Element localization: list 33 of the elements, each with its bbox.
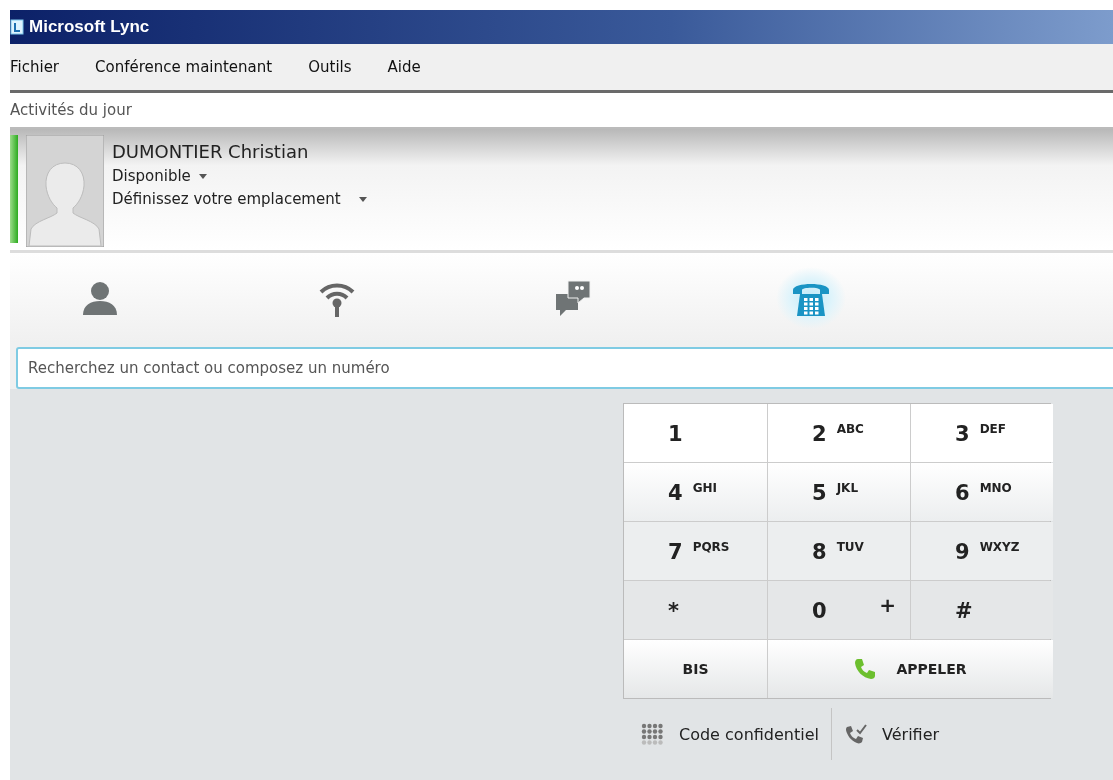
dial-key[interactable]: * bbox=[624, 581, 767, 639]
dial-key[interactable]: 1 bbox=[624, 404, 767, 462]
status-dropdown[interactable]: Disponible bbox=[112, 167, 367, 185]
dial-key[interactable]: 3 DEF bbox=[911, 404, 1053, 462]
app-icon bbox=[10, 19, 24, 35]
menu-item[interactable]: Aide bbox=[387, 58, 421, 76]
user-name: DUMONTIER Christian bbox=[112, 141, 310, 162]
dial-key[interactable]: 2 ABC bbox=[768, 404, 910, 462]
dial-key[interactable]: 0 + bbox=[768, 581, 910, 639]
activity-text[interactable]: Activités du jour bbox=[10, 101, 132, 119]
phone-check-icon bbox=[844, 723, 868, 745]
phone-icon bbox=[854, 658, 877, 680]
location-dropdown[interactable]: Définissez votre emplacement bbox=[112, 190, 367, 208]
caret-icon bbox=[358, 196, 367, 202]
dial-key[interactable]: 9 WXYZ bbox=[911, 522, 1053, 580]
dial-key[interactable]: 5 JKL bbox=[768, 463, 910, 521]
caret-icon bbox=[198, 173, 207, 179]
window-title: Microsoft Lync bbox=[29, 17, 150, 37]
link-button[interactable]: Code confidentiel bbox=[623, 723, 831, 745]
redial-button[interactable]: BIS bbox=[624, 640, 767, 698]
dial-key[interactable]: 8 TUV bbox=[768, 522, 910, 580]
link-button[interactable]: Vérifier bbox=[832, 723, 952, 745]
menu-item[interactable]: Fichier bbox=[10, 58, 60, 76]
dial-key[interactable]: # bbox=[911, 581, 1053, 639]
call-button[interactable]: APPELER bbox=[768, 640, 1053, 698]
menu-item[interactable]: Conférence maintenant bbox=[95, 58, 273, 76]
search-field[interactable]: Recherchez un contact ou composez un numéro bbox=[16, 347, 1113, 389]
person-icon bbox=[80, 279, 120, 317]
menu-item[interactable]: Outils bbox=[308, 58, 352, 76]
keypad-icon bbox=[641, 723, 665, 745]
dial-key[interactable]: 7 PQRS bbox=[624, 522, 767, 580]
dial-key[interactable]: 4 GHI bbox=[624, 463, 767, 521]
dial-key[interactable]: 6 MNO bbox=[911, 463, 1053, 521]
